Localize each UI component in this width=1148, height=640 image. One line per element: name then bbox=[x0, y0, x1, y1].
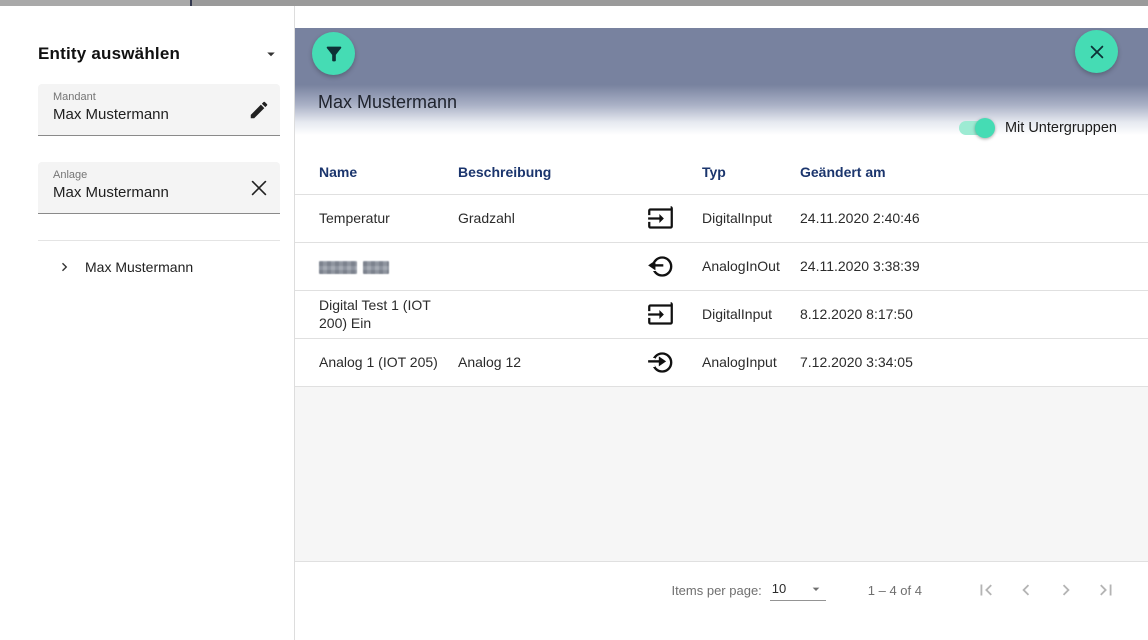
sidebar-header: Entity auswählen bbox=[38, 44, 280, 64]
anlage-label: Anlage bbox=[53, 169, 240, 181]
collapse-caret-icon[interactable] bbox=[262, 45, 280, 63]
chevron-right-icon[interactable] bbox=[56, 258, 74, 276]
redacted-blur bbox=[363, 261, 389, 274]
anlage-field[interactable]: Anlage Max Mustermann bbox=[38, 162, 280, 214]
cell-geaendert-am: 24.11.2020 2:40:46 bbox=[800, 210, 948, 228]
cell-geaendert-am: 8.12.2020 8:17:50 bbox=[800, 306, 948, 324]
table-row[interactable]: Temperatur Gradzahl DigitalInput 24.11.2… bbox=[295, 195, 1148, 243]
page-range-label: 1 – 4 of 4 bbox=[868, 583, 922, 598]
entity-detail-panel: Max Mustermann Mit Untergruppen Name Bes… bbox=[295, 28, 1148, 618]
cell-beschreibung: Gradzahl bbox=[458, 210, 618, 228]
table-row[interactable]: AnalogInOut 24.11.2020 3:38:39 bbox=[295, 243, 1148, 291]
table-row[interactable]: Analog 1 (IOT 205) Analog 12 AnalogInput… bbox=[295, 339, 1148, 387]
cell-typ: DigitalInput bbox=[702, 210, 800, 228]
column-header-name: Name bbox=[319, 164, 458, 180]
subgroups-toggle[interactable] bbox=[959, 118, 995, 138]
filter-funnel-icon bbox=[323, 43, 345, 65]
entity-sidebar: Entity auswählen Mandant Max Mustermann … bbox=[0, 6, 295, 640]
cell-geaendert-am: 24.11.2020 3:38:39 bbox=[800, 258, 948, 276]
mandant-value: Max Mustermann bbox=[53, 106, 240, 123]
empty-area bbox=[295, 387, 1148, 561]
anlage-value: Max Mustermann bbox=[53, 184, 240, 201]
cell-typ: AnalogInOut bbox=[702, 258, 800, 276]
table-row[interactable]: Digital Test 1 (IOT 200) Ein DigitalInpu… bbox=[295, 291, 1148, 339]
edit-icon[interactable] bbox=[248, 99, 270, 121]
chevron-down-icon bbox=[808, 581, 824, 597]
close-button[interactable] bbox=[1075, 30, 1118, 73]
items-per-page-label: Items per page: bbox=[671, 583, 761, 598]
paginator: Items per page: 10 1 – 4 of 4 bbox=[295, 561, 1148, 618]
subgroups-toggle-row: Mit Untergruppen bbox=[959, 116, 1117, 140]
next-page-button[interactable] bbox=[1054, 578, 1078, 602]
subgroups-toggle-label: Mit Untergruppen bbox=[1005, 120, 1117, 136]
chevron-right-icon bbox=[1055, 579, 1077, 601]
filter-button[interactable] bbox=[312, 32, 355, 75]
paginator-nav bbox=[958, 578, 1118, 602]
sidebar-title: Entity auswählen bbox=[38, 44, 180, 64]
sidebar-divider bbox=[38, 240, 280, 241]
circle-arrow-in-icon bbox=[647, 349, 674, 376]
cell-name: Temperatur bbox=[319, 210, 458, 228]
last-page-button[interactable] bbox=[1094, 578, 1118, 602]
table-header-row: Name Beschreibung Typ Geändert am bbox=[295, 150, 1148, 195]
close-icon bbox=[1088, 43, 1106, 61]
redacted-blur bbox=[319, 261, 357, 274]
first-page-icon bbox=[975, 579, 997, 601]
chevron-left-icon bbox=[1015, 579, 1037, 601]
column-header-geaendert-am: Geändert am bbox=[800, 164, 948, 180]
mandant-label: Mandant bbox=[53, 91, 240, 103]
tree-item-max-mustermann[interactable]: Max Mustermann bbox=[38, 254, 279, 280]
cell-name: Digital Test 1 (IOT 200) Ein bbox=[319, 297, 458, 332]
cell-name: Analog 1 (IOT 205) bbox=[319, 354, 458, 372]
cell-typ: DigitalInput bbox=[702, 306, 800, 324]
mandant-field[interactable]: Mandant Max Mustermann bbox=[38, 84, 280, 136]
toggle-knob bbox=[975, 118, 995, 138]
page-size-value: 10 bbox=[772, 581, 786, 596]
previous-page-button[interactable] bbox=[1014, 578, 1038, 602]
circle-arrow-out-icon bbox=[647, 253, 674, 280]
last-page-icon bbox=[1095, 579, 1117, 601]
input-box-icon bbox=[647, 205, 674, 232]
cell-name-redacted bbox=[319, 258, 458, 276]
page-size-select[interactable]: 10 bbox=[770, 579, 826, 601]
panel-title: Max Mustermann bbox=[318, 92, 457, 113]
cell-geaendert-am: 7.12.2020 3:34:05 bbox=[800, 354, 948, 372]
clear-icon[interactable] bbox=[248, 177, 270, 199]
input-box-icon bbox=[647, 301, 674, 328]
cell-beschreibung: Analog 12 bbox=[458, 354, 618, 372]
tree-item-label: Max Mustermann bbox=[85, 259, 193, 275]
column-header-beschreibung: Beschreibung bbox=[458, 164, 618, 180]
first-page-button[interactable] bbox=[974, 578, 998, 602]
entity-table: Name Beschreibung Typ Geändert am Temper… bbox=[295, 150, 1148, 387]
cell-typ: AnalogInput bbox=[702, 354, 800, 372]
column-header-typ: Typ bbox=[702, 164, 800, 180]
